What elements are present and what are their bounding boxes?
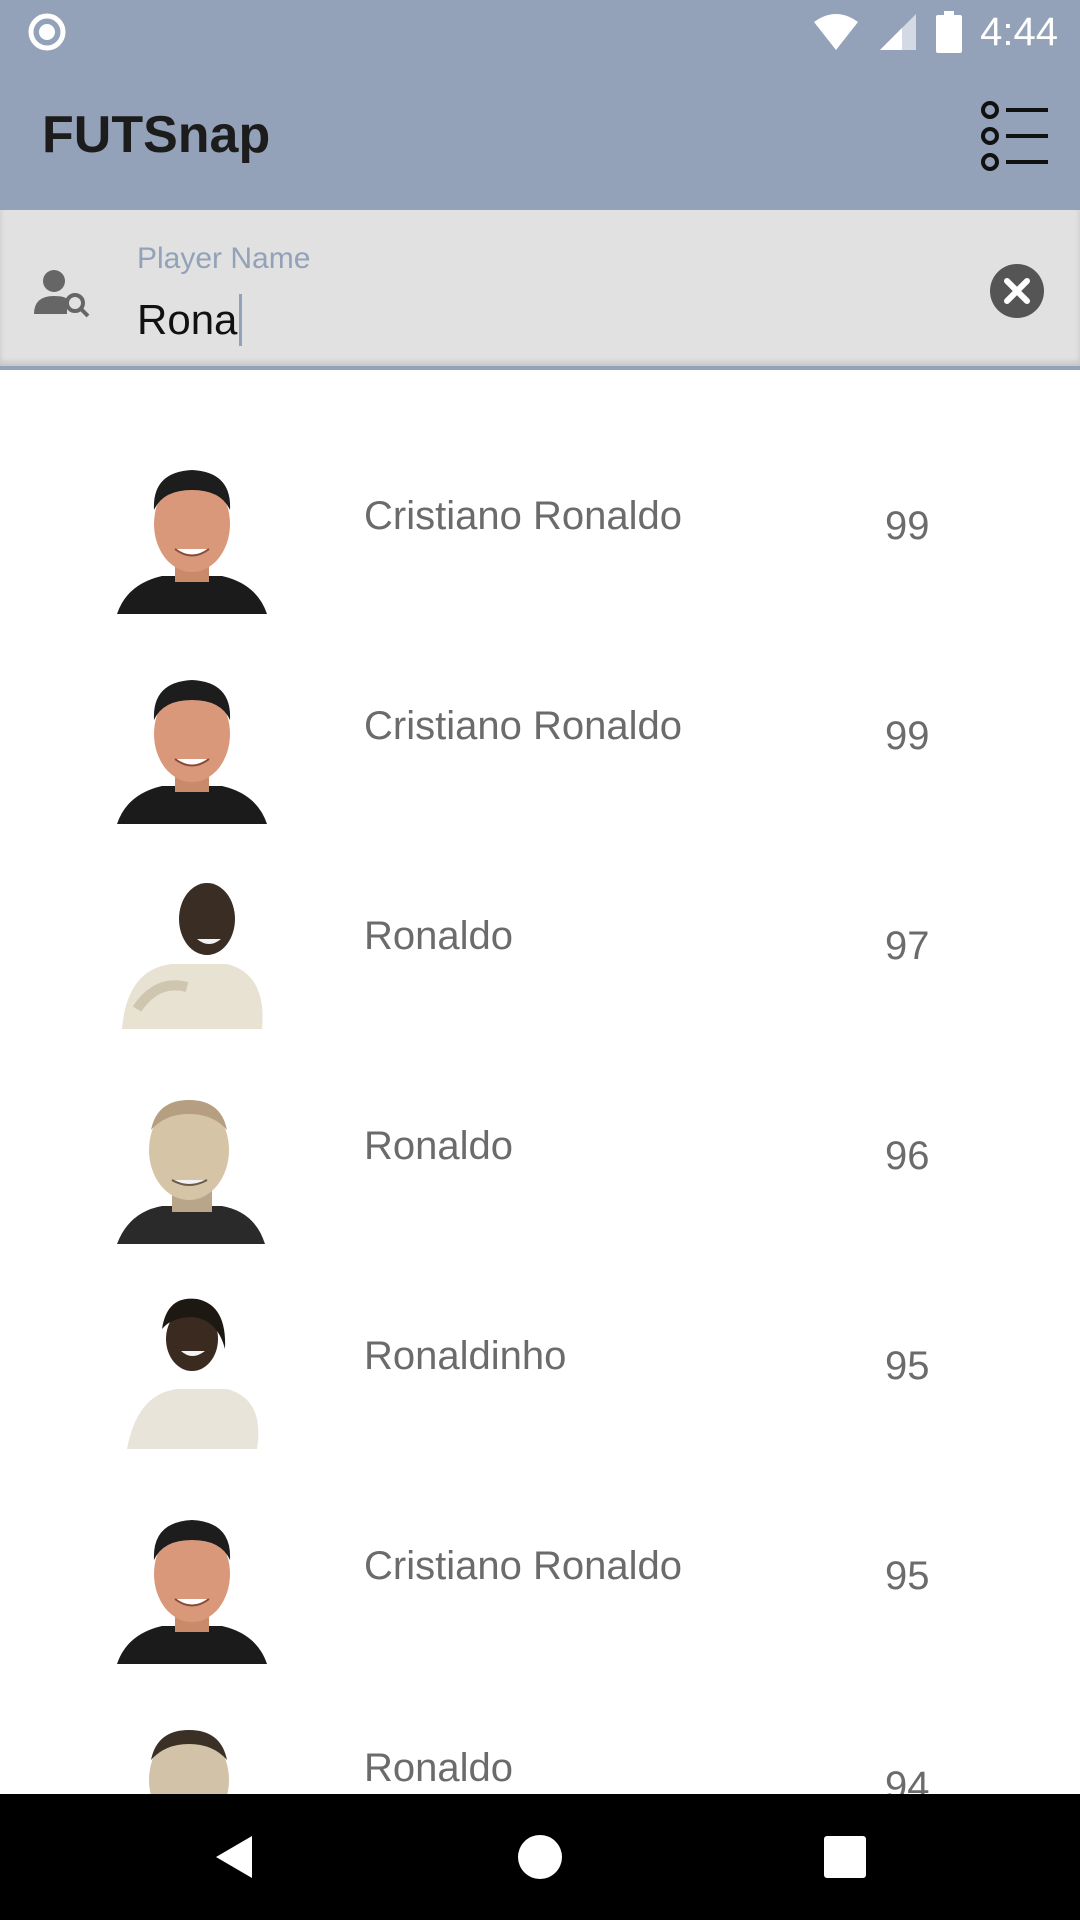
wifi-icon bbox=[814, 14, 859, 50]
player-avatar bbox=[149, 1730, 229, 1794]
status-bar: 4:44 bbox=[0, 0, 1080, 63]
player-rating: 95 bbox=[885, 1344, 930, 1388]
player-rating: 99 bbox=[885, 504, 930, 548]
player-name: Ronaldo bbox=[364, 1124, 514, 1168]
status-time: 4:44 bbox=[980, 9, 1058, 54]
player-list: Cristiano Ronaldo 99 Cristiano Ronaldo 9… bbox=[0, 374, 1080, 1794]
player-name: Ronaldinho bbox=[364, 1334, 567, 1378]
system-nav-bar bbox=[0, 1794, 1080, 1920]
player-name: Cristiano Ronaldo bbox=[364, 494, 682, 538]
player-avatar bbox=[122, 883, 263, 1029]
app-title: FUTSnap bbox=[42, 106, 271, 164]
field-label: Player Name bbox=[137, 242, 311, 275]
player-name: Cristiano Ronaldo bbox=[364, 1544, 682, 1588]
list-item[interactable]: Ronaldo 96 bbox=[0, 1074, 1080, 1284]
player-avatar bbox=[117, 1100, 265, 1244]
player-name: Cristiano Ronaldo bbox=[364, 704, 682, 748]
list-item[interactable]: Ronaldo 94 bbox=[0, 1704, 1080, 1794]
home-icon[interactable] bbox=[515, 1832, 565, 1882]
player-name: Ronaldo bbox=[364, 914, 514, 958]
player-rating: 97 bbox=[885, 924, 930, 968]
app-bar: FUTSnap bbox=[0, 63, 1080, 210]
list-item[interactable]: Ronaldinho 95 bbox=[0, 1284, 1080, 1494]
search-input[interactable]: Rona bbox=[137, 290, 243, 350]
player-avatar bbox=[127, 1298, 259, 1449]
player-avatar bbox=[117, 470, 267, 614]
player-rating: 96 bbox=[885, 1134, 930, 1178]
player-avatar bbox=[117, 680, 267, 824]
circle-notification-icon bbox=[28, 13, 66, 51]
search-input-value: Rona bbox=[137, 296, 238, 343]
player-rating: 99 bbox=[885, 714, 930, 758]
player-rating: 94 bbox=[885, 1764, 930, 1794]
list-item[interactable]: Ronaldo 97 bbox=[0, 864, 1080, 1074]
player-rating: 95 bbox=[885, 1554, 930, 1598]
text-caret bbox=[239, 294, 243, 346]
list-item[interactable]: Cristiano Ronaldo 95 bbox=[0, 1494, 1080, 1704]
list-menu-icon[interactable] bbox=[980, 99, 1050, 173]
person-search-icon bbox=[34, 270, 90, 318]
list-item[interactable]: Cristiano Ronaldo 99 bbox=[0, 444, 1080, 654]
battery-icon bbox=[936, 11, 963, 53]
list-item[interactable]: Cristiano Ronaldo 99 bbox=[0, 654, 1080, 864]
back-icon[interactable] bbox=[210, 1832, 260, 1882]
player-search-field[interactable]: Player Name Rona bbox=[0, 210, 1080, 370]
clear-icon[interactable] bbox=[989, 263, 1045, 319]
player-avatar bbox=[117, 1520, 267, 1664]
player-name: Ronaldo bbox=[364, 1746, 514, 1790]
recents-icon[interactable] bbox=[820, 1832, 870, 1882]
signal-icon bbox=[880, 14, 917, 50]
